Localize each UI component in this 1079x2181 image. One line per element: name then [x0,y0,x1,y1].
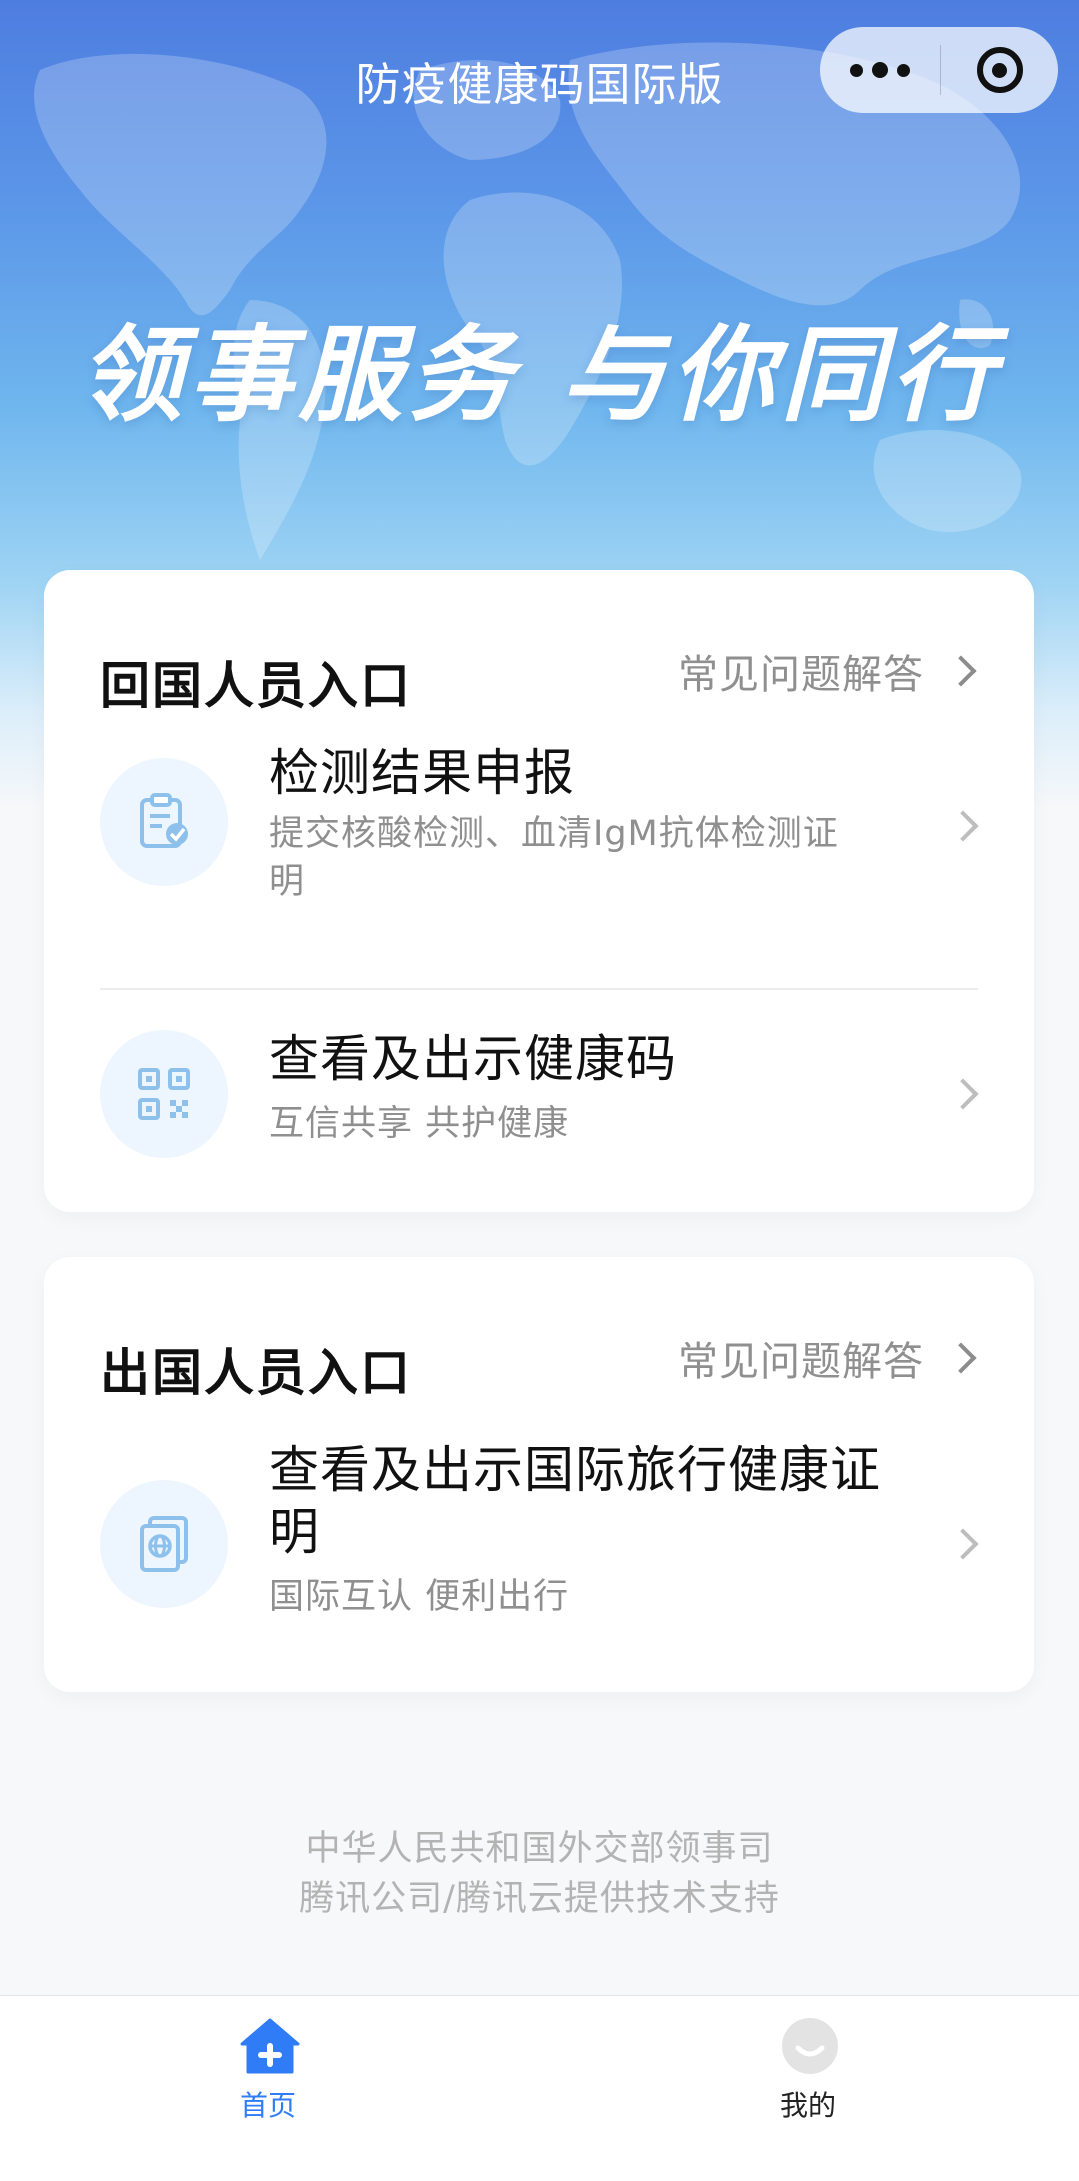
departing-card-title: 出国人员入口 [100,1344,412,1402]
test-result-report-item[interactable]: 检测结果申报 提交核酸检测、血清IgM抗体检测证明 [44,744,1034,912]
qr-code-icon [100,1030,228,1158]
footer-tech-support-text: 腾讯公司/腾讯云提供技术支持 [299,1879,780,1919]
chevron-right-icon [947,1078,979,1110]
more-dots-icon[interactable] [820,27,940,113]
faq-label: 常见问题解答 [678,1339,924,1385]
chevron-right-icon [945,655,977,687]
item-title: 检测结果申报 [269,744,575,802]
miniprogram-close-icon[interactable] [941,47,1058,93]
tab-home[interactable]: 首页 [118,1996,418,2126]
tab-mine[interactable]: 我的 [658,1996,958,2126]
tab-home-label: 首页 [239,2089,296,2122]
footer-ministry-text: 中华人民共和国外交部领事司 [305,1829,774,1869]
bottom-tab-bar: 首页 我的 [0,1995,1079,2181]
departing-card-header: 出国人员入口 常见问题解答 [100,1319,978,1409]
passport-icon [100,1480,228,1608]
item-subtitle: 国际互认 便利出行 [269,1577,570,1617]
chevron-right-icon [947,1528,979,1560]
chevron-right-icon [945,1342,977,1374]
returning-card-header: 回国人员入口 常见问题解答 [100,632,978,722]
health-code-item[interactable]: 查看及出示健康码 互信共享 共护健康 [44,1030,1034,1170]
divider [100,988,978,990]
home-plus-icon [240,2018,300,2074]
user-avatar-icon [782,2018,838,2074]
returning-card-title: 回国人员入口 [100,657,412,715]
item-subtitle: 提交核酸检测、血清IgM抗体检测证明 [269,814,839,902]
hero-slogan: 领事服务 与你同行 [78,314,1001,436]
miniprogram-capsule [820,27,1058,113]
returning-faq-link[interactable]: 常见问题解答 [678,642,978,700]
clipboard-check-icon [100,758,228,886]
tab-mine-label: 我的 [779,2089,836,2122]
faq-label: 常见问题解答 [678,652,924,698]
departing-faq-link[interactable]: 常见问题解答 [678,1329,978,1387]
travel-health-certificate-item[interactable]: 查看及出示国际旅行健康证明 国际互认 便利出行 [44,1441,1034,1649]
item-subtitle: 互信共享 共护健康 [269,1104,570,1144]
item-title: 查看及出示国际旅行健康证明 [269,1441,881,1561]
chevron-right-icon [947,810,979,842]
item-title: 查看及出示健康码 [269,1030,677,1088]
departing-entry-card: 出国人员入口 常见问题解答 查看及出示国际旅行健康证明 国际互认 便利出行 [44,1257,1034,1692]
returning-entry-card: 回国人员入口 常见问题解答 检测结果申报 提交核酸检测、血清IgM抗体检测证明 [44,570,1034,1212]
